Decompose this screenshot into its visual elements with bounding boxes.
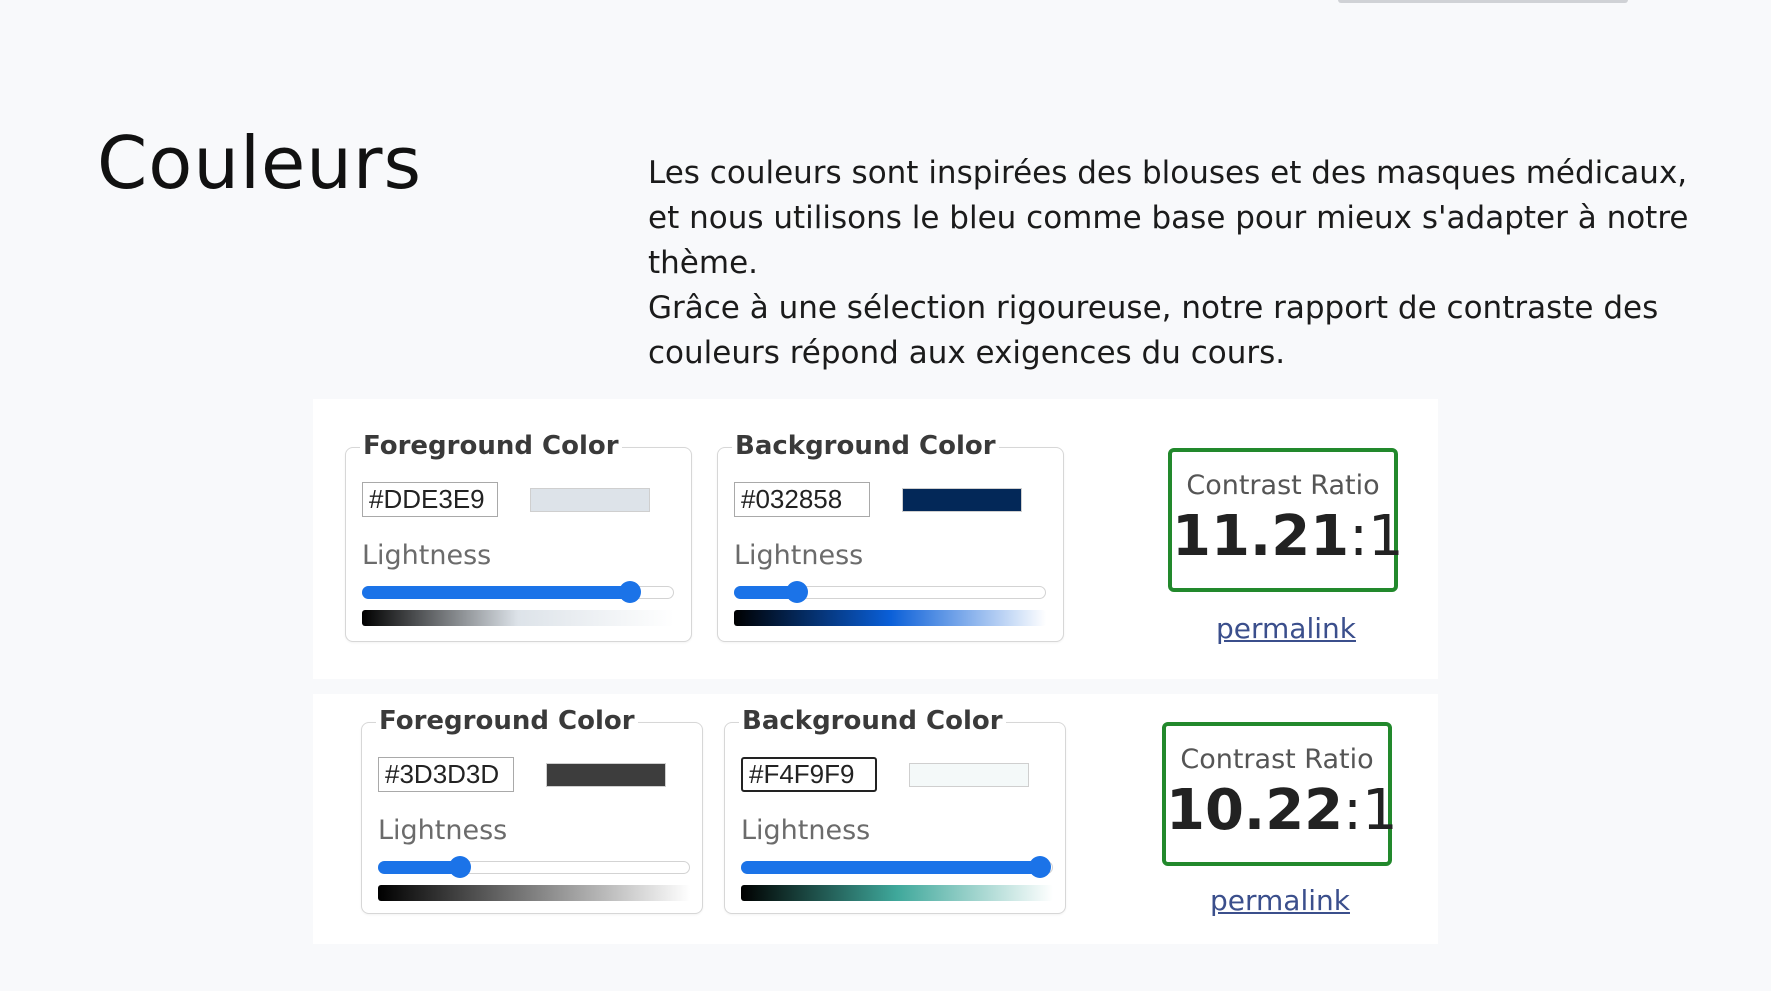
page-title: Couleurs [97,121,423,205]
background-hex-input[interactable] [734,482,870,517]
lightness-slider-thumb[interactable] [1028,856,1051,878]
contrast-ratio-number: 11.21 [1172,504,1350,569]
contrast-checker: Foreground Color Lightness Background Co… [313,694,1438,944]
lightness-gradient [734,610,1046,626]
foreground-color-legend: Foreground Color [360,431,622,461]
contrast-ratio-value: 11.21:1 [1172,504,1404,569]
top-tab-indicator [1338,0,1628,3]
contrast-ratio-suffix: :1 [1343,778,1398,843]
background-color-swatch[interactable] [909,763,1029,787]
foreground-hex-input[interactable] [362,482,498,517]
lightness-slider[interactable] [740,856,1053,878]
contrast-ratio-number: 10.22 [1166,778,1344,843]
background-color-swatch[interactable] [902,488,1022,512]
background-color-panel: Background Color Lightness [717,431,1064,642]
foreground-color-swatch[interactable] [546,763,666,787]
lightness-label: Lightness [378,815,508,846]
foreground-color-panel: Foreground Color Lightness [345,431,692,642]
lightness-slider[interactable] [733,581,1046,603]
contrast-ratio-value: 10.22:1 [1166,778,1398,843]
lightness-slider-thumb[interactable] [618,581,641,603]
lightness-slider-thumb[interactable] [448,856,471,878]
lightness-label: Lightness [741,815,871,846]
description-paragraph: Grâce à une sélection rigoureuse, notre … [648,290,1659,371]
foreground-hex-input[interactable] [378,757,514,792]
lightness-gradient [378,885,690,901]
contrast-ratio-box: Contrast Ratio 11.21:1 [1168,448,1404,592]
contrast-checker: Foreground Color Lightness Background Co… [313,399,1438,679]
background-color-panel: Background Color Lightness [724,706,1066,914]
foreground-color-panel: Foreground Color Lightness [361,706,703,914]
lightness-slider-fill [740,860,1039,874]
permalink-link[interactable]: permalink [1210,884,1350,917]
contrast-ratio-box: Contrast Ratio 10.22:1 [1162,722,1398,866]
lightness-gradient [362,610,674,626]
lightness-label: Lightness [362,540,492,571]
lightness-slider-fill [377,860,459,874]
description-paragraph: Les couleurs sont inspirées des blouses … [648,155,1689,281]
contrast-ratio-suffix: :1 [1349,504,1404,569]
lightness-slider-fill [361,585,629,599]
permalink-link[interactable]: permalink [1216,612,1356,645]
foreground-color-legend: Foreground Color [376,706,638,736]
lightness-label: Lightness [734,540,864,571]
lightness-slider-thumb[interactable] [786,581,808,603]
background-color-legend: Background Color [739,706,1006,736]
lightness-slider[interactable] [361,581,674,603]
description: Les couleurs sont inspirées des blouses … [648,151,1728,376]
lightness-gradient [741,885,1053,901]
foreground-color-swatch[interactable] [530,488,650,512]
background-hex-input[interactable] [741,757,877,792]
lightness-slider[interactable] [377,856,690,878]
background-color-legend: Background Color [732,431,999,461]
contrast-ratio-label: Contrast Ratio [1180,744,1374,775]
contrast-ratio-label: Contrast Ratio [1186,470,1380,501]
